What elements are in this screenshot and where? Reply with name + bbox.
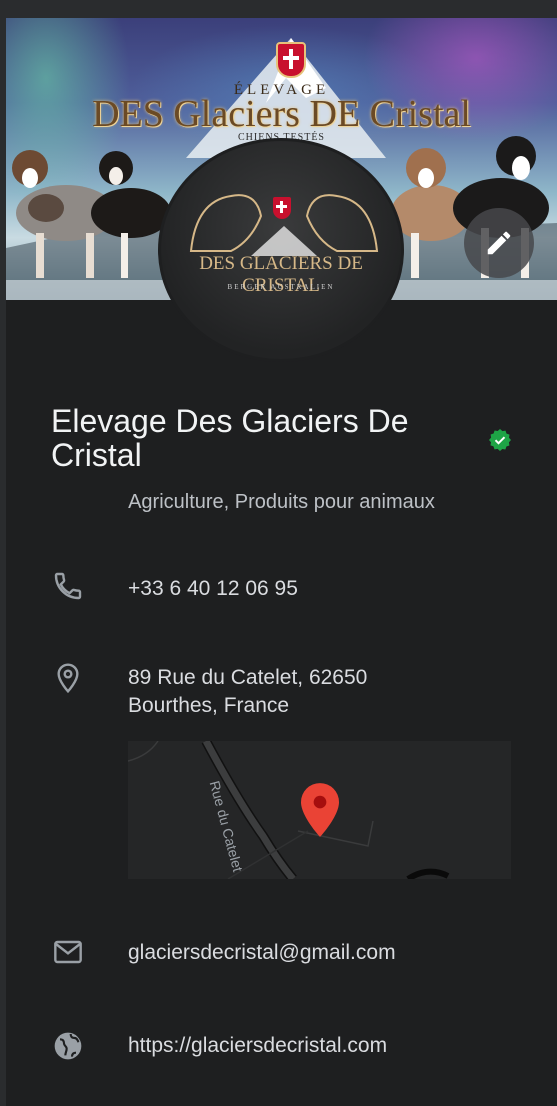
banner-crest-icon xyxy=(276,42,306,78)
address-line-2: Bourthes, France xyxy=(128,694,290,717)
verified-check-icon xyxy=(489,429,511,451)
phone-number-link[interactable]: +33 6 40 12 06 95 xyxy=(128,575,298,603)
location-pin-icon xyxy=(57,663,79,694)
phone-icon xyxy=(54,572,82,600)
pencil-icon xyxy=(487,231,511,255)
map-pin-icon xyxy=(301,783,339,837)
dog-illustration-left xyxy=(12,150,171,278)
edit-profile-button[interactable] xyxy=(464,208,534,278)
logo-dogs-artwork xyxy=(189,194,379,256)
address-link[interactable]: 89 Rue du Catelet, 62650 Bourthes, Franc… xyxy=(128,664,367,720)
address-line-1: 89 Rue du Catelet, 62650 xyxy=(128,666,368,689)
business-logo-avatar: DES GLACIERS DE CRISTAL BERGER AUSTRALIE… xyxy=(158,138,404,362)
logo-crest-icon xyxy=(273,197,291,219)
website-link[interactable]: https://glaciersdecristal.com xyxy=(128,1032,387,1060)
business-category: Agriculture, Produits pour animaux xyxy=(128,491,435,513)
email-link[interactable]: glaciersdecristal@gmail.com xyxy=(128,939,396,967)
business-profile-panel: ÉLEVAGE DES Glaciers DE Cristal CHIENS T… xyxy=(6,18,557,1106)
logo-subtitle: BERGER AUSTRALIEN xyxy=(227,283,335,291)
dog-illustration-right xyxy=(391,136,549,278)
business-name: Elevage Des Glaciers De Cristal xyxy=(51,403,409,473)
location-map[interactable]: Rue du Catelet xyxy=(128,741,511,879)
globe-icon xyxy=(54,1032,82,1060)
mail-icon xyxy=(54,940,82,964)
